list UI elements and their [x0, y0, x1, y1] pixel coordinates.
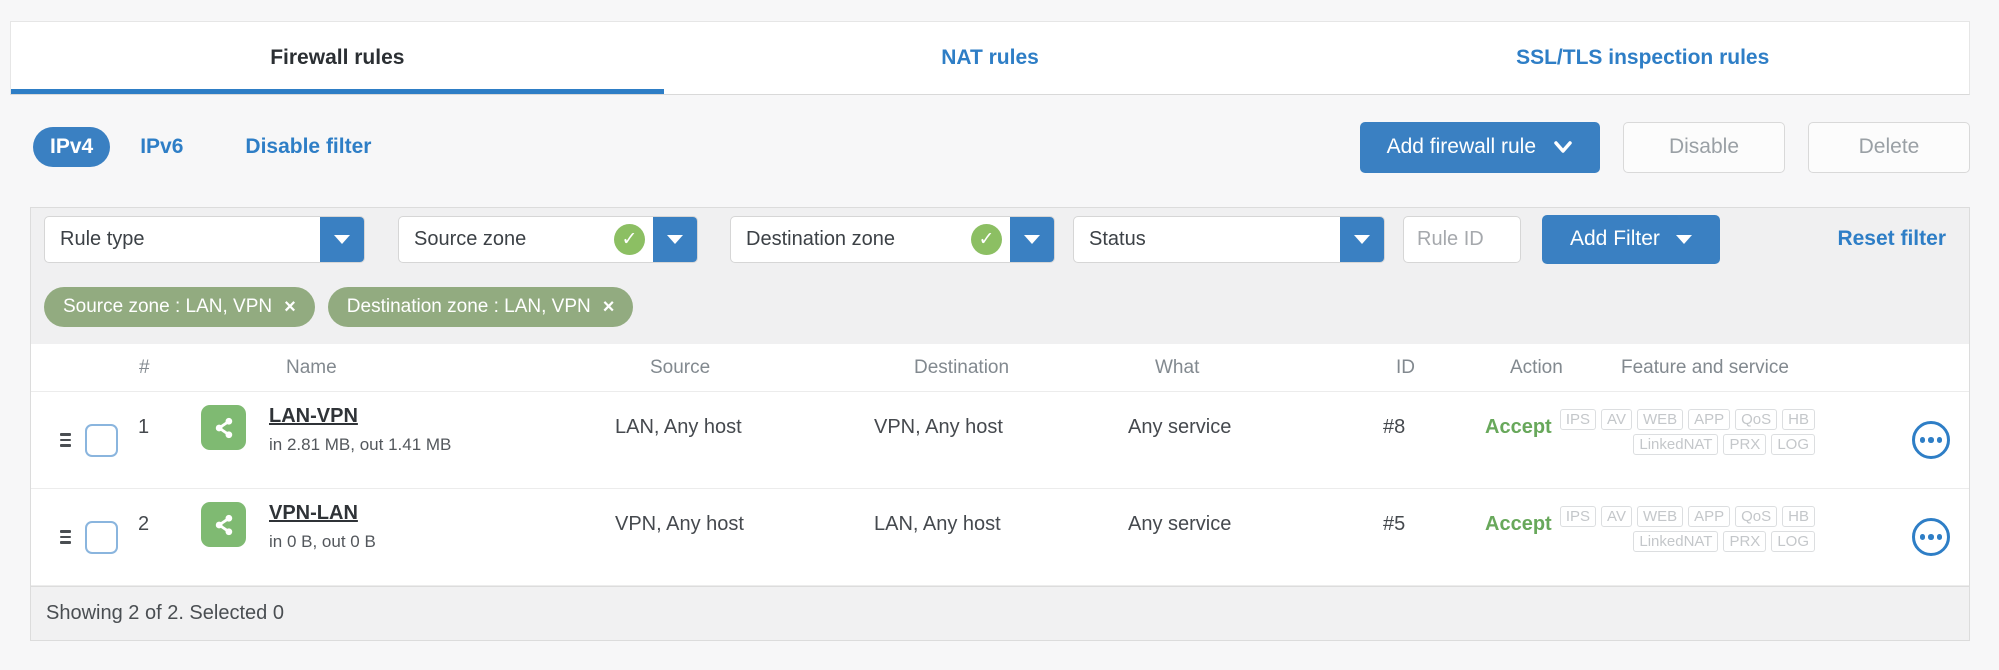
filter-select-source-zone[interactable]: Source zone ✓ [398, 215, 698, 263]
filter-row: Rule type Source zone ✓ Destination zone… [31, 208, 1969, 270]
chevron-down-icon [1675, 234, 1692, 244]
row-checkbox[interactable] [84, 521, 118, 554]
chevron-down-icon [1553, 140, 1573, 154]
table-row: 1 LAN-VPN in 2.81 MB, out 1.41 MB LAN, A… [31, 392, 1969, 489]
firewall-rules-panel: Rule type Source zone ✓ Destination zone… [30, 207, 1970, 641]
feature-badge: LOG [1771, 434, 1815, 455]
toolbar-actions: Add firewall rule Disable Delete [1359, 121, 1970, 173]
delete-button[interactable]: Delete [1808, 121, 1970, 173]
feature-badge: APP [1688, 506, 1731, 527]
rule-action: Accept [1485, 416, 1552, 438]
filter-select-status[interactable]: Status [1073, 215, 1385, 263]
add-firewall-rule-button[interactable]: Add firewall rule [1359, 121, 1600, 173]
table-footer: Showing 2 of 2. Selected 0 [31, 586, 1969, 640]
rule-name-link[interactable]: LAN-VPN [269, 405, 358, 428]
select-label: Source zone [414, 227, 527, 250]
chevron-down-icon [653, 216, 697, 262]
add-filter-label: Add Filter [1570, 227, 1660, 250]
check-circle-icon: ✓ [971, 223, 1002, 255]
tab-ssl-tls-inspection-rules[interactable]: SSL/TLS inspection rules [1316, 22, 1969, 94]
rule-name-link[interactable]: VPN-LAN [269, 502, 358, 525]
select-label: Status [1089, 227, 1146, 250]
select-label: Rule type [60, 227, 145, 250]
rule-destination: LAN, Any host [874, 513, 1001, 535]
feature-badge: IPS [1559, 506, 1597, 527]
feature-badge: QoS [1735, 409, 1778, 430]
row-number: 2 [138, 513, 150, 535]
feature-badge: WEB [1636, 409, 1684, 430]
filter-chip-destination-zone: Destination zone : LAN, VPN × [327, 287, 634, 327]
table-row: 2 VPN-LAN in 0 B, out 0 B VPN, Any host … [31, 489, 1969, 586]
ipv6-toggle[interactable]: IPv6 [140, 135, 183, 159]
chevron-down-icon [320, 216, 364, 262]
header-what: What [1155, 356, 1200, 378]
header-name: Name [286, 356, 337, 378]
feature-badge: APP [1688, 409, 1731, 430]
drag-handle-icon[interactable] [60, 530, 71, 585]
toolbar: IPv4 IPv6 Disable filter Add firewall ru… [33, 118, 1970, 176]
filter-chips-row: Source zone : LAN, VPN × Destination zon… [31, 270, 1969, 344]
rule-traffic: in 2.81 MB, out 1.41 MB [269, 435, 452, 454]
reset-filter-link[interactable]: Reset filter [1837, 227, 1946, 251]
close-icon[interactable]: × [284, 297, 296, 317]
feature-badge: WEB [1636, 506, 1684, 527]
rule-source: LAN, Any host [615, 416, 742, 438]
ipv4-toggle[interactable]: IPv4 [33, 127, 111, 167]
filter-select-rule-type[interactable]: Rule type [44, 215, 365, 263]
close-icon[interactable]: × [603, 297, 615, 317]
feature-badge: IPS [1559, 409, 1597, 430]
header-num: # [139, 356, 150, 378]
rule-id: #5 [1383, 513, 1406, 535]
tab-bar: Firewall rules NAT rules SSL/TLS inspect… [10, 21, 1970, 95]
rule-id: #8 [1383, 416, 1406, 438]
rule-features: IPS AV WEB APP QoS HB LinkedNAT PRX LOG [1559, 392, 1893, 488]
rule-id-input[interactable] [1403, 215, 1521, 263]
tab-firewall-rules[interactable]: Firewall rules [11, 22, 664, 94]
showing-status-text: Showing 2 of 2. Selected 0 [46, 602, 284, 624]
chevron-down-icon [1340, 216, 1384, 262]
disable-filter-link[interactable]: Disable filter [245, 135, 371, 159]
rule-traffic: in 0 B, out 0 B [269, 532, 376, 551]
chevron-down-icon [1010, 216, 1054, 262]
feature-badge: AV [1601, 409, 1632, 430]
add-filter-button[interactable]: Add Filter [1542, 214, 1720, 264]
row-number: 1 [138, 416, 150, 438]
chip-label: Source zone : LAN, VPN [63, 296, 273, 317]
feature-badge: PRX [1723, 531, 1767, 552]
share-icon [201, 405, 246, 450]
rule-what: Any service [1128, 416, 1232, 438]
feature-badge: HB [1782, 409, 1815, 430]
feature-badge: AV [1601, 506, 1632, 527]
row-checkbox[interactable] [84, 424, 118, 457]
header-destination: Destination [914, 356, 1010, 378]
drag-handle-icon[interactable] [60, 433, 71, 488]
header-id: ID [1396, 356, 1415, 378]
row-menu-button[interactable] [1912, 518, 1950, 556]
table-header: # Name Source Destination What ID Action… [31, 344, 1969, 392]
check-circle-icon: ✓ [614, 223, 645, 255]
feature-badge: QoS [1735, 506, 1778, 527]
select-label: Destination zone [746, 227, 895, 250]
rule-source: VPN, Any host [615, 513, 744, 535]
feature-badge: LinkedNAT [1633, 434, 1719, 455]
filter-chip-source-zone: Source zone : LAN, VPN × [44, 287, 315, 327]
feature-badge: LinkedNAT [1633, 531, 1719, 552]
feature-badge: LOG [1771, 531, 1815, 552]
rule-features: IPS AV WEB APP QoS HB LinkedNAT PRX LOG [1559, 489, 1893, 585]
chip-label: Destination zone : LAN, VPN [346, 296, 591, 317]
row-menu-button[interactable] [1912, 421, 1950, 459]
feature-badge: HB [1782, 506, 1815, 527]
filter-select-destination-zone[interactable]: Destination zone ✓ [730, 215, 1055, 263]
tab-nat-rules[interactable]: NAT rules [664, 22, 1317, 94]
feature-badge: PRX [1723, 434, 1767, 455]
header-action: Action [1510, 356, 1563, 378]
header-source: Source [650, 356, 711, 378]
rule-destination: VPN, Any host [874, 416, 1003, 438]
rule-action: Accept [1485, 513, 1552, 535]
share-icon [201, 502, 246, 547]
rule-what: Any service [1128, 513, 1232, 535]
disable-button[interactable]: Disable [1623, 121, 1785, 173]
add-firewall-rule-label: Add firewall rule [1386, 135, 1536, 158]
header-features: Feature and service [1621, 356, 1789, 378]
